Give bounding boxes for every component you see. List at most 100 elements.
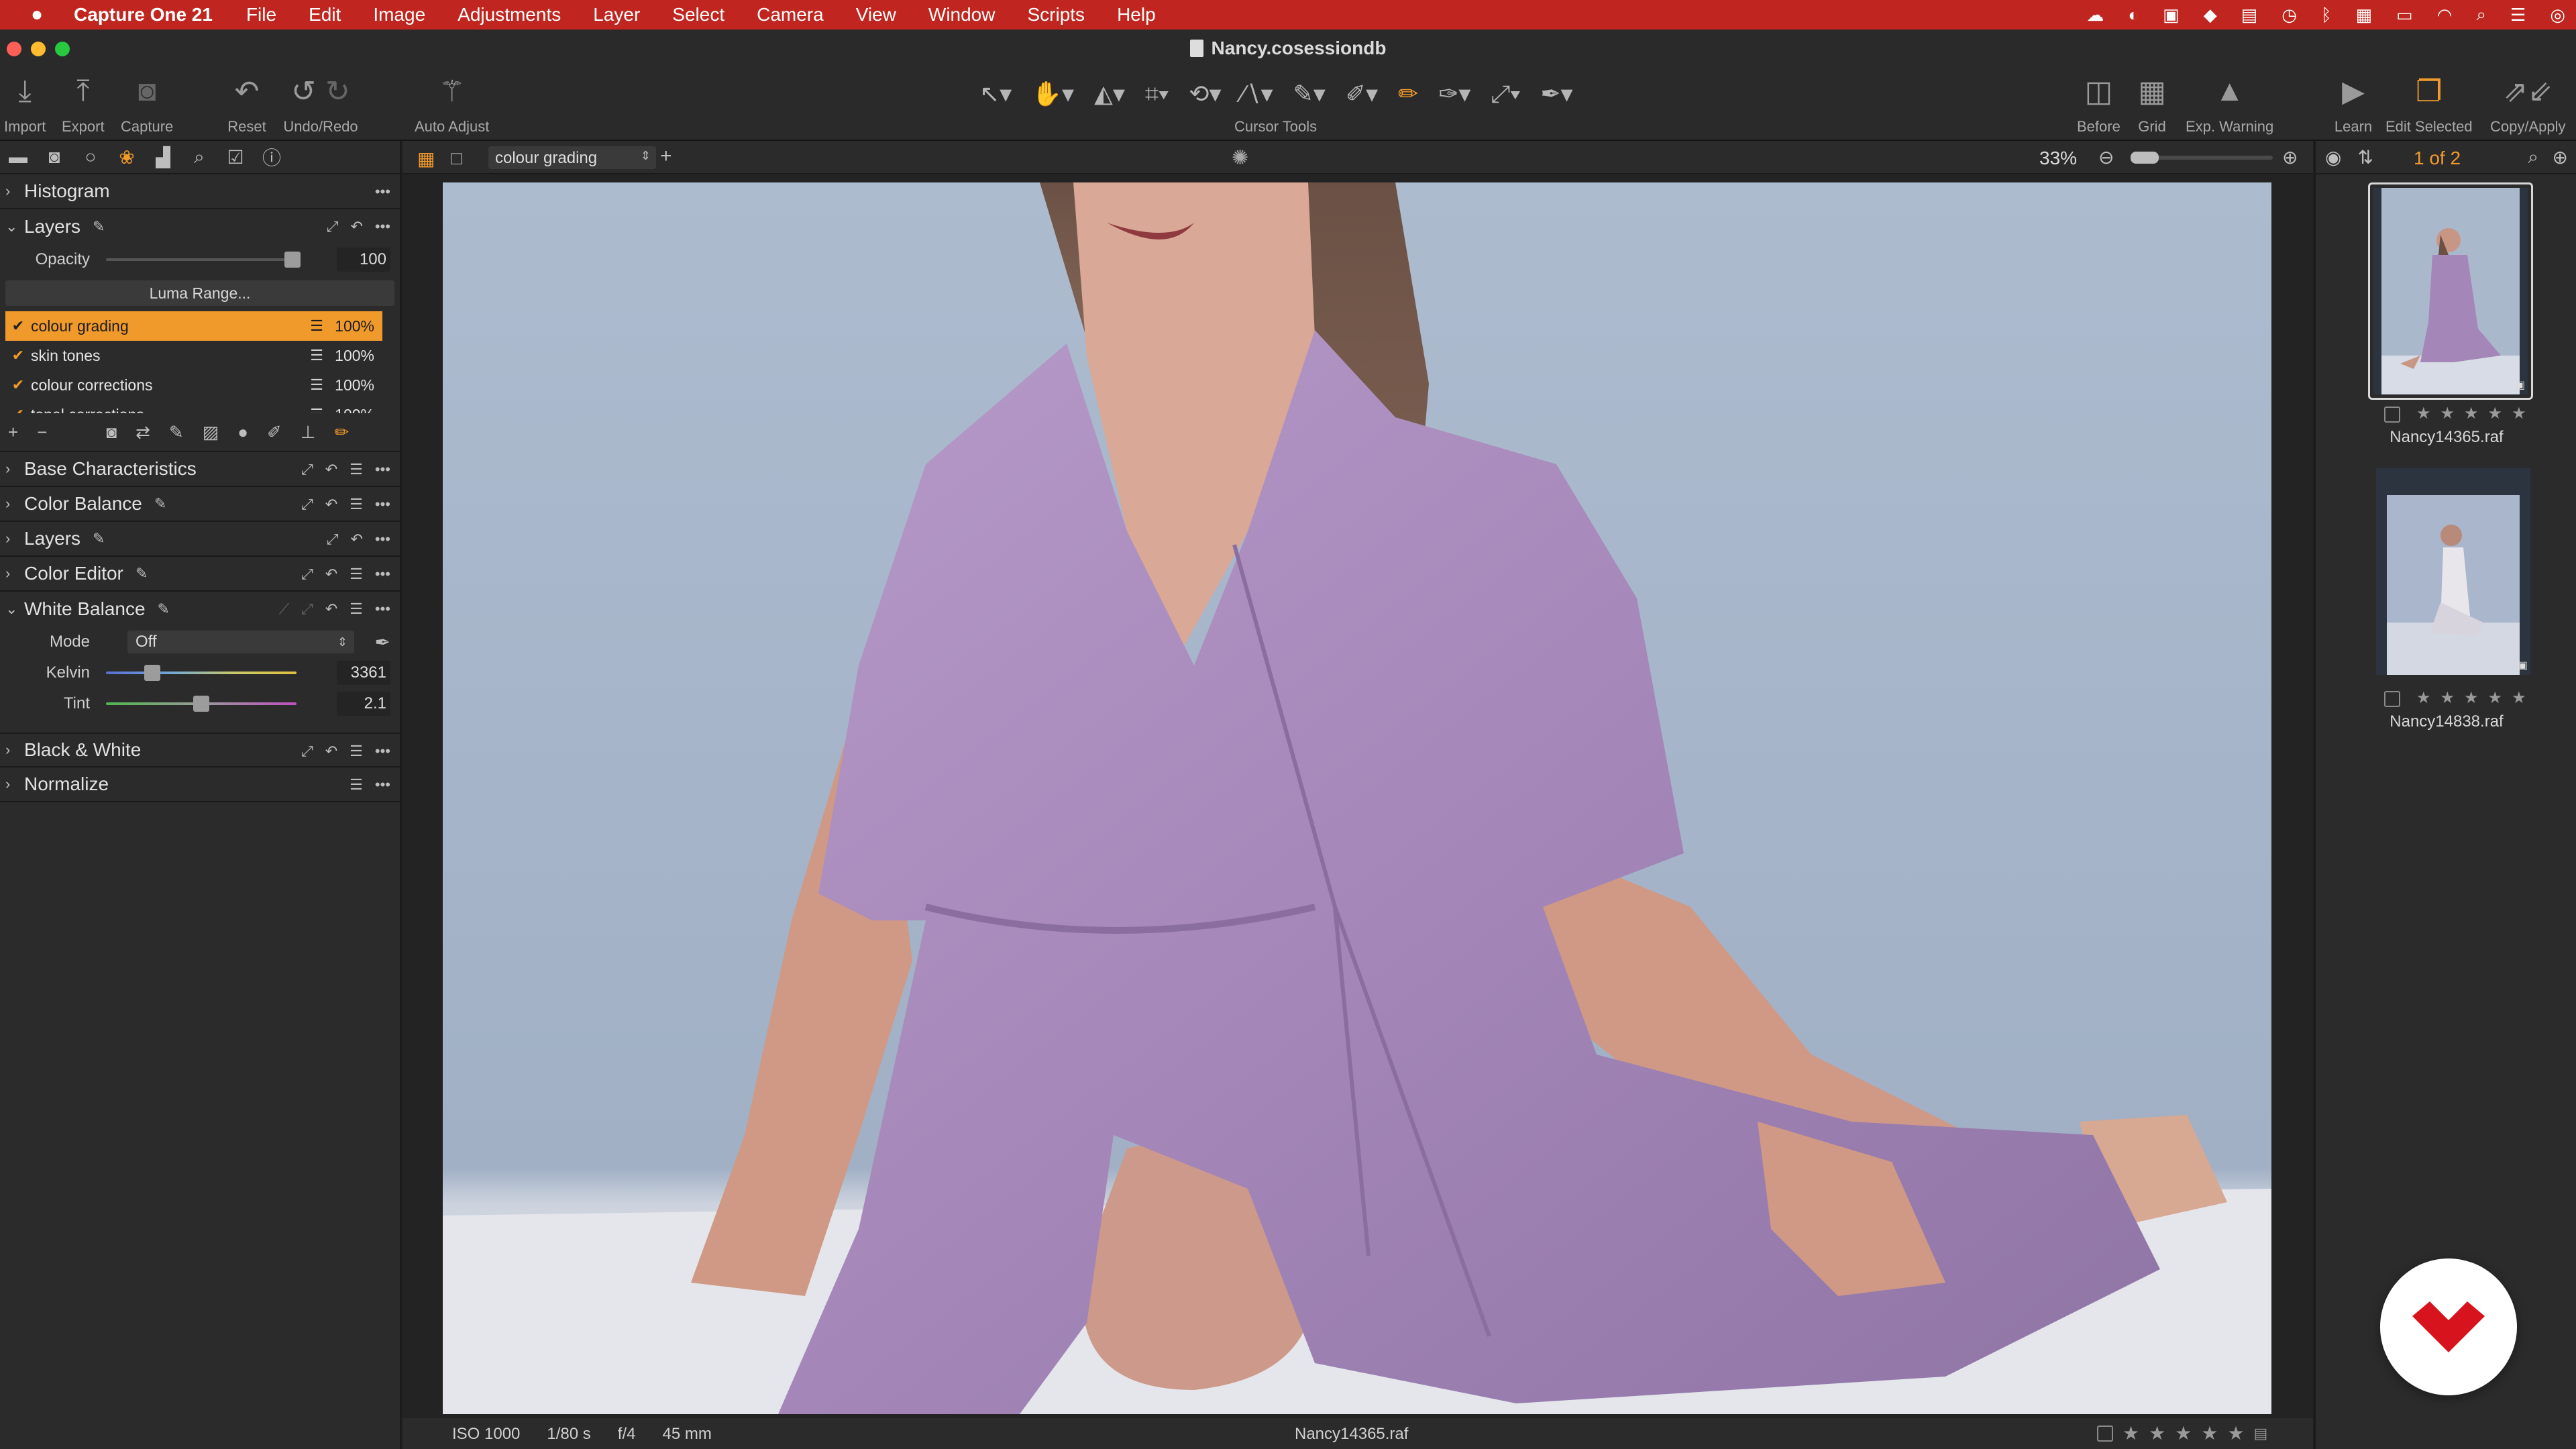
menu-window[interactable]: Window <box>928 4 996 25</box>
menu-camera[interactable]: Camera <box>757 4 824 25</box>
layer-row-colour-grading[interactable]: ✔ colour grading ☰ 100% <box>5 311 382 341</box>
star-icon[interactable]: ★ <box>2149 1422 2165 1444</box>
kelvin-slider[interactable] <box>106 665 297 681</box>
opacity-value[interactable]: 100 <box>337 248 390 272</box>
presets-icon[interactable]: ☰ <box>350 776 363 794</box>
star-icon[interactable]: ★ <box>2123 1422 2139 1444</box>
details-tab-icon[interactable]: ⌕ <box>189 146 209 168</box>
lens-tab-icon[interactable]: ○ <box>80 146 101 168</box>
wb-mode-select[interactable]: Off ⇕ <box>127 631 354 653</box>
color-tab-icon[interactable]: ❀ <box>117 146 137 168</box>
swap-icon[interactable]: ⇄ <box>136 422 150 443</box>
menu-scripts[interactable]: Scripts <box>1027 4 1085 25</box>
export-button[interactable]: ⤒ Export <box>62 71 105 136</box>
base-characteristics-header[interactable]: › Base Characteristics ⤢ ↶ ☰ ••• <box>0 452 400 487</box>
menu-select[interactable]: Select <box>672 4 724 25</box>
spot-removal-icon[interactable]: ✎▾ <box>1293 80 1326 108</box>
expand-arrows-icon[interactable]: ⤢ <box>301 496 313 513</box>
normalize-header[interactable]: › Normalize ☰ ••• <box>0 767 400 802</box>
crop-icon[interactable]: ⌗▾ <box>1145 80 1169 109</box>
opacity-slider[interactable] <box>106 252 301 268</box>
star-icon[interactable]: ★ <box>2201 1422 2218 1444</box>
mask-icon[interactable]: ◙ <box>106 422 117 443</box>
reset-tool-icon[interactable]: ↶ <box>325 461 337 478</box>
luma-range-button[interactable]: Luma Range... <box>5 280 394 306</box>
checkmark-icon[interactable]: ✔ <box>5 406 31 413</box>
zoom-value[interactable]: 33% <box>2039 148 2077 169</box>
more-options-icon[interactable]: ••• <box>375 566 390 583</box>
reset-tool-icon[interactable]: ↶ <box>325 743 337 760</box>
battery-icon[interactable]: ▭ <box>2396 5 2413 25</box>
import-button[interactable]: ⤓ Import <box>4 71 46 136</box>
dropbox-icon[interactable]: ◆ <box>2204 5 2217 25</box>
copy-apply-button[interactable]: ⇗⇙ Copy/Apply <box>2490 71 2566 136</box>
opacity-slider-thumb[interactable] <box>284 252 301 268</box>
eraser-icon[interactable]: ✒▾ <box>1540 80 1572 108</box>
time-machine-icon[interactable]: ◷ <box>2282 5 2297 25</box>
thumbnail-zoom-icon[interactable]: ⊕ <box>2553 146 2568 168</box>
reset-tool-icon[interactable]: ↶ <box>325 566 337 583</box>
keystone-icon[interactable]: ∕∖▾ <box>1242 80 1273 108</box>
color-balance-header[interactable]: › Color Balance ✎ ⤢ ↶ ☰ ••• <box>0 487 400 522</box>
more-options-icon[interactable]: ••• <box>375 600 390 618</box>
more-options-icon[interactable]: ••• <box>375 743 390 760</box>
presets-icon[interactable]: ☰ <box>350 496 363 513</box>
select-checkbox[interactable] <box>2097 1425 2113 1442</box>
expand-arrows-icon[interactable]: ⤢ <box>327 531 339 548</box>
pencil-icon[interactable]: ✎ <box>158 600 170 618</box>
fullscreen-window-button[interactable] <box>55 42 70 56</box>
pencil-icon[interactable]: ✎ <box>93 530 105 547</box>
more-options-icon[interactable]: ••• <box>375 496 390 513</box>
rotate-icon[interactable]: ⟲▾ <box>1189 80 1221 108</box>
radial-icon[interactable]: ● <box>237 422 248 443</box>
pencil-icon[interactable]: ✎ <box>93 218 105 235</box>
add-layer-icon[interactable]: + <box>8 422 18 443</box>
star-icon[interactable]: ★ <box>2464 688 2479 708</box>
thumbnail-image[interactable]: ▣ <box>2373 188 2528 394</box>
control-center-icon[interactable]: ☰ <box>2510 5 2526 25</box>
kelvin-value[interactable]: 3361 <box>337 661 390 685</box>
star-icon[interactable]: ★ <box>2512 404 2526 423</box>
thumbnail-nancy14838[interactable]: ▣ ★ ★ ★ ★ ★ Nancy14838.raf <box>2316 459 2576 741</box>
apple-logo-icon[interactable]: ● <box>0 3 74 26</box>
select-cursor-icon[interactable]: ↖▾ <box>979 80 1012 108</box>
sort-icon[interactable]: ⇅ <box>2357 146 2373 168</box>
star-icon[interactable]: ★ <box>2416 404 2431 423</box>
zoom-slider-thumb[interactable] <box>2131 152 2159 164</box>
menu-edit[interactable]: Edit <box>309 4 341 25</box>
photo-canvas[interactable] <box>443 182 2271 1414</box>
zoom-slider[interactable] <box>2131 152 2273 164</box>
gradient-icon[interactable]: ▨ <box>203 422 219 443</box>
remove-layer-icon[interactable]: − <box>37 422 47 443</box>
notification-badge-icon[interactable]: ▣ <box>2163 5 2180 25</box>
color-picker-icon[interactable]: ⤢▾ <box>1491 80 1520 109</box>
auto-adjust-button[interactable]: ⚚ Auto Adjust <box>415 71 489 136</box>
window-manager-icon[interactable]: ▤ <box>2241 5 2258 25</box>
checkmark-icon[interactable]: ✔ <box>5 347 31 364</box>
tint-slider[interactable] <box>106 696 297 712</box>
layers-secondary-header[interactable]: › Layers ✎ ⤢ ↶ ••• <box>0 522 400 557</box>
grid-button[interactable]: ▦ Grid <box>2132 71 2172 136</box>
star-icon[interactable]: ★ <box>2227 1422 2244 1444</box>
color-tag-icon[interactable]: ▤ <box>2254 1425 2268 1442</box>
library-tab-icon[interactable]: ▬ <box>8 146 28 168</box>
star-icon[interactable]: ★ <box>2440 404 2455 423</box>
undo-redo-buttons[interactable]: ↺ ↻ Undo/Redo <box>280 71 361 136</box>
metadata-tab-icon[interactable]: ⓘ <box>262 144 282 170</box>
undo-icon[interactable]: ↺ <box>291 74 316 109</box>
stamp-icon[interactable]: ⊥ <box>301 422 316 443</box>
presets-icon[interactable]: ☰ <box>350 461 363 478</box>
add-layer-plus-icon[interactable]: + <box>660 145 672 168</box>
loupe-icon[interactable]: ◭▾ <box>1094 80 1125 108</box>
kelvin-slider-thumb[interactable] <box>144 665 160 681</box>
siri-icon[interactable]: ◎ <box>2550 5 2565 25</box>
more-options-icon[interactable]: ••• <box>375 531 390 548</box>
menu-help[interactable]: Help <box>1117 4 1156 25</box>
exposure-tab-icon[interactable]: ▟ <box>153 146 173 168</box>
menu-view[interactable]: View <box>856 4 896 25</box>
presets-icon[interactable]: ☰ <box>350 600 363 618</box>
spotlight-search-icon[interactable]: ⌕ <box>2476 4 2486 25</box>
eye-icon[interactable]: ◉ <box>2325 146 2341 168</box>
layer-row-tonal-corrections[interactable]: ✔ tonal corrections ☰ 100% <box>5 400 382 414</box>
menu-file[interactable]: File <box>246 4 276 25</box>
